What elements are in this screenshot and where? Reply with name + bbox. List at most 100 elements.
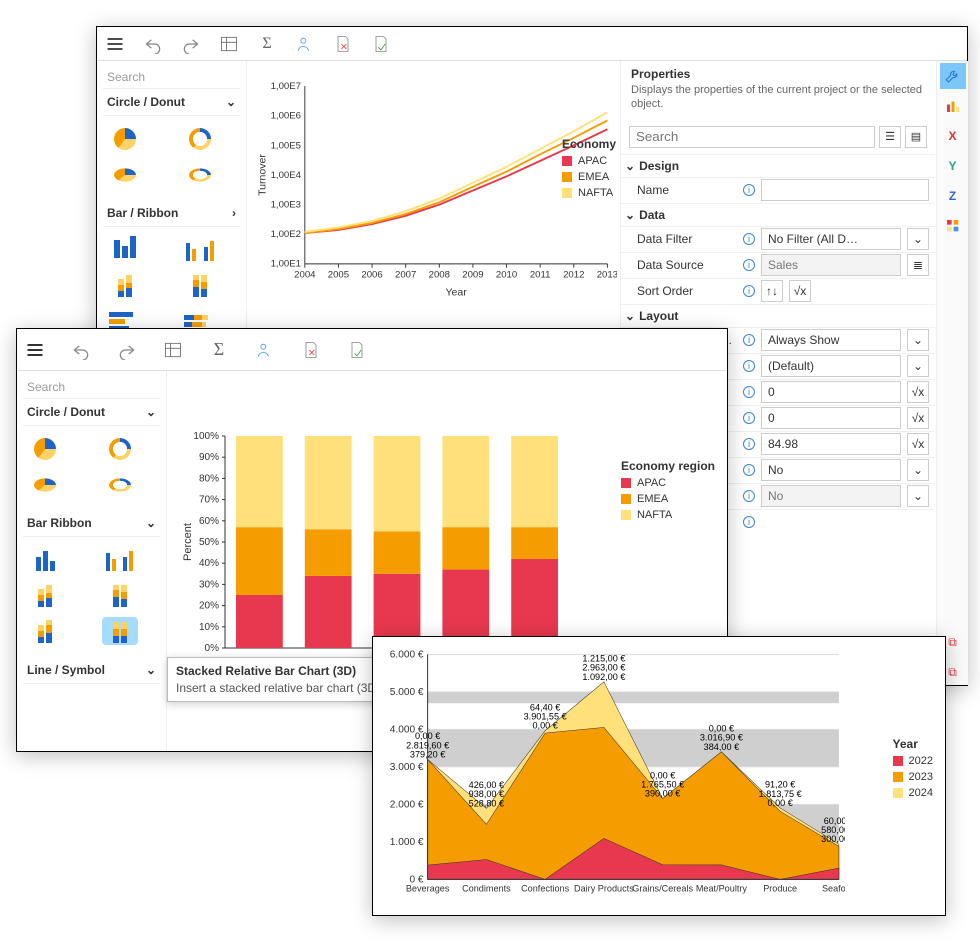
- section-design[interactable]: ⌄Design: [621, 154, 935, 177]
- svg-text:0,00 €: 0,00 €: [532, 721, 557, 731]
- tool-grid-icon[interactable]: [940, 213, 966, 239]
- chart-type-bar-stacked2[interactable]: [184, 273, 216, 297]
- page-ok-icon[interactable]: [347, 340, 367, 360]
- formula-icon[interactable]: √x: [907, 433, 929, 455]
- chart-type-donut[interactable]: [104, 436, 136, 460]
- tool-chart-icon[interactable]: [940, 93, 966, 119]
- undo-icon[interactable]: [143, 34, 163, 54]
- info-icon[interactable]: i: [743, 490, 755, 502]
- svg-text:80%: 80%: [199, 473, 219, 484]
- page-ok-icon[interactable]: [371, 34, 391, 54]
- right-toolstrip: X Y Z ⧉ ⧉: [936, 61, 968, 685]
- chart-type-bar-d[interactable]: [104, 583, 136, 607]
- svg-text:50%: 50%: [199, 537, 219, 548]
- info-icon[interactable]: i: [743, 412, 755, 424]
- prop-name-value[interactable]: [761, 179, 929, 201]
- section-layout[interactable]: ⌄Layout: [621, 304, 935, 327]
- chart-type-pie[interactable]: [109, 126, 141, 150]
- formula-icon[interactable]: √x: [789, 280, 811, 302]
- chart-type-donut-3d[interactable]: [104, 472, 136, 496]
- svg-text:1,00E3: 1,00E3: [271, 199, 301, 210]
- menu-icon[interactable]: [105, 34, 125, 54]
- dropdown-icon[interactable]: ⌄: [907, 459, 929, 481]
- svg-text:0,00 €: 0,00 €: [768, 798, 793, 808]
- sort-asc-icon[interactable]: ↑↓: [761, 280, 783, 302]
- chart-type-pie-3d[interactable]: [109, 162, 141, 186]
- svg-text:1,00E5: 1,00E5: [271, 140, 301, 151]
- svg-text:10%: 10%: [199, 622, 219, 633]
- table-icon[interactable]: [163, 340, 183, 360]
- menu-icon[interactable]: [25, 340, 45, 360]
- svg-text:1.092,00 €: 1.092,00 €: [582, 672, 625, 682]
- svg-text:2009: 2009: [462, 269, 483, 280]
- tool-axis-x-icon[interactable]: X: [940, 123, 966, 149]
- category-circle-donut[interactable]: Circle / Donut⌄: [23, 399, 160, 426]
- svg-text:1,00E7: 1,00E7: [271, 81, 301, 92]
- chart-type-donut[interactable]: [184, 126, 216, 150]
- chart-type-bar-simple[interactable]: [109, 237, 141, 261]
- sidebar-search[interactable]: Search: [103, 65, 240, 89]
- tool-axis-y-icon[interactable]: Y: [940, 153, 966, 179]
- chart-type-bar-a[interactable]: [29, 547, 61, 571]
- list-icon[interactable]: ≣: [907, 254, 929, 276]
- sidebar-search[interactable]: Search: [23, 375, 160, 399]
- info-icon[interactable]: i: [743, 386, 755, 398]
- svg-text:2010: 2010: [496, 269, 517, 280]
- info-icon[interactable]: i: [743, 464, 755, 476]
- chart-type-bar-c[interactable]: [29, 583, 61, 607]
- info-icon[interactable]: i: [743, 259, 755, 271]
- redo-icon[interactable]: [181, 34, 201, 54]
- table-icon[interactable]: [219, 34, 239, 54]
- info-icon[interactable]: i: [743, 233, 755, 245]
- dropdown-icon[interactable]: ⌄: [907, 329, 929, 351]
- dropdown-icon[interactable]: ⌄: [907, 355, 929, 377]
- user-icon[interactable]: [255, 340, 275, 360]
- chart-type-bar-b[interactable]: [104, 547, 136, 571]
- info-icon[interactable]: i: [743, 184, 755, 196]
- chart-type-bar-grouped[interactable]: [184, 237, 216, 261]
- dropdown-icon[interactable]: ⌄: [907, 228, 929, 250]
- category-circle-donut[interactable]: Circle / Donut⌄: [103, 89, 240, 116]
- svg-text:40%: 40%: [199, 558, 219, 569]
- info-icon[interactable]: i: [743, 285, 755, 297]
- formula-icon[interactable]: √x: [907, 381, 929, 403]
- layout-mode-a-icon[interactable]: ☰: [879, 126, 901, 148]
- chart-type-donut-3d[interactable]: [184, 162, 216, 186]
- section-data[interactable]: ⌄Data: [621, 203, 935, 226]
- page-delete-icon[interactable]: [301, 340, 321, 360]
- tool-axis-z-icon[interactable]: Z: [940, 183, 966, 209]
- category-line-symbol[interactable]: Line / Symbol⌄: [23, 657, 160, 684]
- category-bar-ribbon[interactable]: Bar Ribbon⌄: [23, 510, 160, 537]
- prop-data-filter[interactable]: No Filter (All D…: [761, 228, 901, 250]
- info-icon[interactable]: i: [743, 334, 755, 346]
- page-delete-icon[interactable]: [333, 34, 353, 54]
- info-icon[interactable]: i: [743, 438, 755, 450]
- prop-data-source[interactable]: Sales: [761, 254, 901, 276]
- formula-icon[interactable]: √x: [907, 407, 929, 429]
- sum-icon[interactable]: Σ: [257, 34, 277, 54]
- category-bar-ribbon[interactable]: Bar / Ribbon›: [103, 200, 240, 227]
- svg-text:20%: 20%: [199, 601, 219, 612]
- undo-icon[interactable]: [71, 340, 91, 360]
- svg-text:30%: 30%: [199, 579, 219, 590]
- dropdown-icon[interactable]: ⌄: [907, 485, 929, 507]
- svg-text:90%: 90%: [199, 452, 219, 463]
- layout-mode-b-icon[interactable]: ▤: [905, 126, 927, 148]
- chart-type-bar-stacked[interactable]: [109, 273, 141, 297]
- chevron-down-icon: ⌄: [146, 516, 156, 530]
- sum-icon[interactable]: Σ: [209, 340, 229, 360]
- redo-icon[interactable]: [117, 340, 137, 360]
- svg-text:2006: 2006: [361, 269, 382, 280]
- tool-wrench-icon[interactable]: [940, 63, 966, 89]
- chart-type-pie[interactable]: [29, 436, 61, 460]
- info-icon[interactable]: i: [743, 516, 755, 528]
- chart-type-stacked-relative-3d[interactable]: [104, 619, 136, 643]
- chart-type-pie-3d[interactable]: [29, 472, 61, 496]
- svg-text:Turnover: Turnover: [256, 154, 268, 196]
- properties-search[interactable]: [629, 126, 875, 148]
- svg-text:379,20 €: 379,20 €: [410, 749, 445, 759]
- chevron-down-icon: ⌄: [146, 405, 156, 419]
- user-icon[interactable]: [295, 34, 315, 54]
- info-icon[interactable]: i: [743, 360, 755, 372]
- chart-type-bar-e[interactable]: [29, 619, 61, 643]
